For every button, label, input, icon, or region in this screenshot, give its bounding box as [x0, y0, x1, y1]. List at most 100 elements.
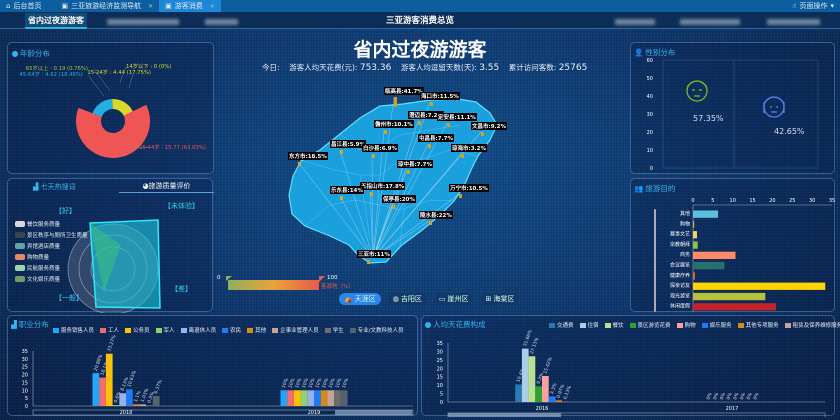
bar [105, 353, 113, 406]
male-face-icon [686, 80, 708, 102]
y-tick-label: 5 [25, 396, 28, 402]
x-tick-label: 0 [691, 198, 694, 204]
bar [521, 348, 529, 402]
category-label: 宗教朝拜 [670, 241, 690, 248]
map-bar-marker [407, 170, 410, 174]
map-bar-marker [384, 130, 387, 134]
y-tick-label: 10 [22, 388, 28, 394]
district-buttons: ⛺ 天涯区 ◍ 吉阳区 ▭ 崖州区 ⊞ 海棠区 [339, 293, 520, 305]
x-tick-label: 30 [809, 198, 815, 204]
map-region-label[interactable]: 三亚市:11% [357, 250, 391, 258]
bar [535, 386, 542, 402]
globe-icon: ◍ [392, 295, 399, 303]
map-region-label[interactable]: 东方市:18.5% [288, 152, 328, 160]
y-tick-label: 0 [650, 166, 653, 172]
bar [340, 390, 348, 406]
district-button-tianya[interactable]: ⛺ 天涯区 [339, 293, 381, 305]
bar [119, 393, 126, 406]
y-tick-label: 20 [437, 366, 443, 372]
map-region-label[interactable]: 保亭县:20% [382, 195, 416, 203]
map-region-label[interactable]: 儋州市:10.1% [374, 120, 414, 128]
y-tick-label: 60 [647, 58, 653, 64]
x-tick-label: 15 [749, 198, 755, 204]
district-button-yazhou[interactable]: ▭ 崖州区 [433, 293, 474, 305]
map-bar-marker [481, 132, 484, 136]
x-tick-label: 35 [829, 198, 835, 204]
bar [307, 390, 314, 406]
map-bar-marker [430, 102, 433, 106]
male-pct: 57.35% [693, 114, 724, 123]
y-tick-label: 20 [647, 130, 653, 136]
gender-chart: 60 50 40 30 20 10 0 [647, 58, 819, 172]
bar [99, 377, 106, 406]
bar [139, 404, 147, 406]
bar [132, 404, 140, 406]
data-label: 6.37% [153, 379, 164, 395]
map-region-label[interactable]: 海口市:11.5% [420, 92, 460, 100]
spending-bar-chart: 35302520151050201610.4%31.66%27.13%9.3%1… [437, 328, 826, 417]
map-bar-marker [447, 123, 450, 127]
map-bar-marker [429, 221, 432, 225]
map-region-label[interactable]: 陵水县:22% [419, 211, 453, 219]
bar [693, 282, 826, 290]
female-pct: 42.65% [774, 127, 805, 136]
y-tick-label: 30 [437, 349, 443, 355]
bar [693, 241, 698, 249]
map-region-label[interactable]: 乐东县:14% [330, 186, 364, 194]
female-face-icon [763, 96, 785, 118]
category-label: 探亲访友 [670, 282, 690, 289]
map-region-label[interactable]: 屯昌县:7.7% [418, 134, 454, 142]
bar [92, 373, 100, 406]
data-label: 33.27% [106, 334, 118, 353]
bar [112, 405, 120, 406]
map-region-label[interactable]: 白沙县:6.9% [362, 144, 398, 152]
category-label: 会议展览 [670, 262, 690, 269]
x-tick-label: 25 [789, 198, 795, 204]
map-region-label[interactable]: 万宁市:10.5% [449, 184, 489, 192]
bar [693, 262, 725, 270]
bar [287, 390, 294, 406]
map-region-label[interactable]: 琼中县:7.7% [397, 160, 433, 168]
category-label: 2016 [536, 406, 549, 412]
scrollbar-thumb[interactable] [335, 410, 412, 415]
y-tick-label: 25 [22, 365, 28, 371]
category-label: 2017 [726, 406, 739, 412]
y-tick-label: 5 [440, 392, 443, 398]
purpose-bar-chart: 0 5 10 15 20 25 30 35 其他购物赛事文艺宗教朝拜商务会议展览健康疗养探亲访友… [654, 198, 835, 312]
map-bar-marker [394, 97, 397, 107]
occupation-panel: ▟ 职业分布 服务销售人员 工人 公务员 军人 离退休人员 农民 其他 企事业管理人员 学生 专业/… [7, 315, 418, 416]
y-tick-label: 25 [437, 358, 443, 364]
bar [548, 396, 556, 402]
map-region-label[interactable]: 昌江县:5.9% [330, 140, 366, 148]
purpose-panel: 👥 旅游目的 0 5 10 15 20 25 30 35 其他 购物 赛事文艺 宗教朝拜 商务 会议展览 健康… [630, 178, 835, 312]
map-region-label[interactable]: 文昌市:9.2% [471, 122, 507, 130]
bar [152, 395, 160, 406]
map-region-label[interactable]: 定安县:11.1% [437, 113, 477, 121]
bar [320, 390, 328, 406]
map-bar-marker [372, 154, 375, 158]
data-label: 0% [752, 391, 760, 400]
bar [555, 400, 563, 402]
bar [327, 390, 335, 406]
map-region-label[interactable]: 五指山市:17.8% [360, 182, 406, 190]
category-label: 观光游览 [670, 292, 690, 299]
y-tick-label: 0 [440, 400, 443, 406]
y-tick-label: 15 [22, 380, 28, 386]
map-bar-marker [367, 260, 370, 264]
map-region-label[interactable]: 琼海市:3.2% [451, 144, 487, 152]
map-bar-marker [428, 144, 431, 148]
district-button-haitang[interactable]: ⊞ 海棠区 [480, 293, 520, 305]
category-label: 商务 [680, 251, 690, 258]
y-tick-label: 20 [22, 373, 28, 379]
category-label: 赛事文艺 [670, 231, 690, 238]
map-region-label[interactable]: 临高县:41.7% [384, 87, 424, 95]
bar [542, 376, 549, 402]
scrollbar-thumb[interactable] [448, 413, 561, 417]
y-tick-label: 30 [22, 357, 28, 363]
bar [334, 390, 341, 406]
district-button-jiyang[interactable]: ◍ 吉阳区 [387, 293, 427, 305]
category-label: 购物 [680, 220, 690, 227]
y-tick-label: 35 [22, 349, 28, 355]
legend-min: 0 [217, 275, 221, 281]
y-tick-label: 15 [437, 375, 443, 381]
